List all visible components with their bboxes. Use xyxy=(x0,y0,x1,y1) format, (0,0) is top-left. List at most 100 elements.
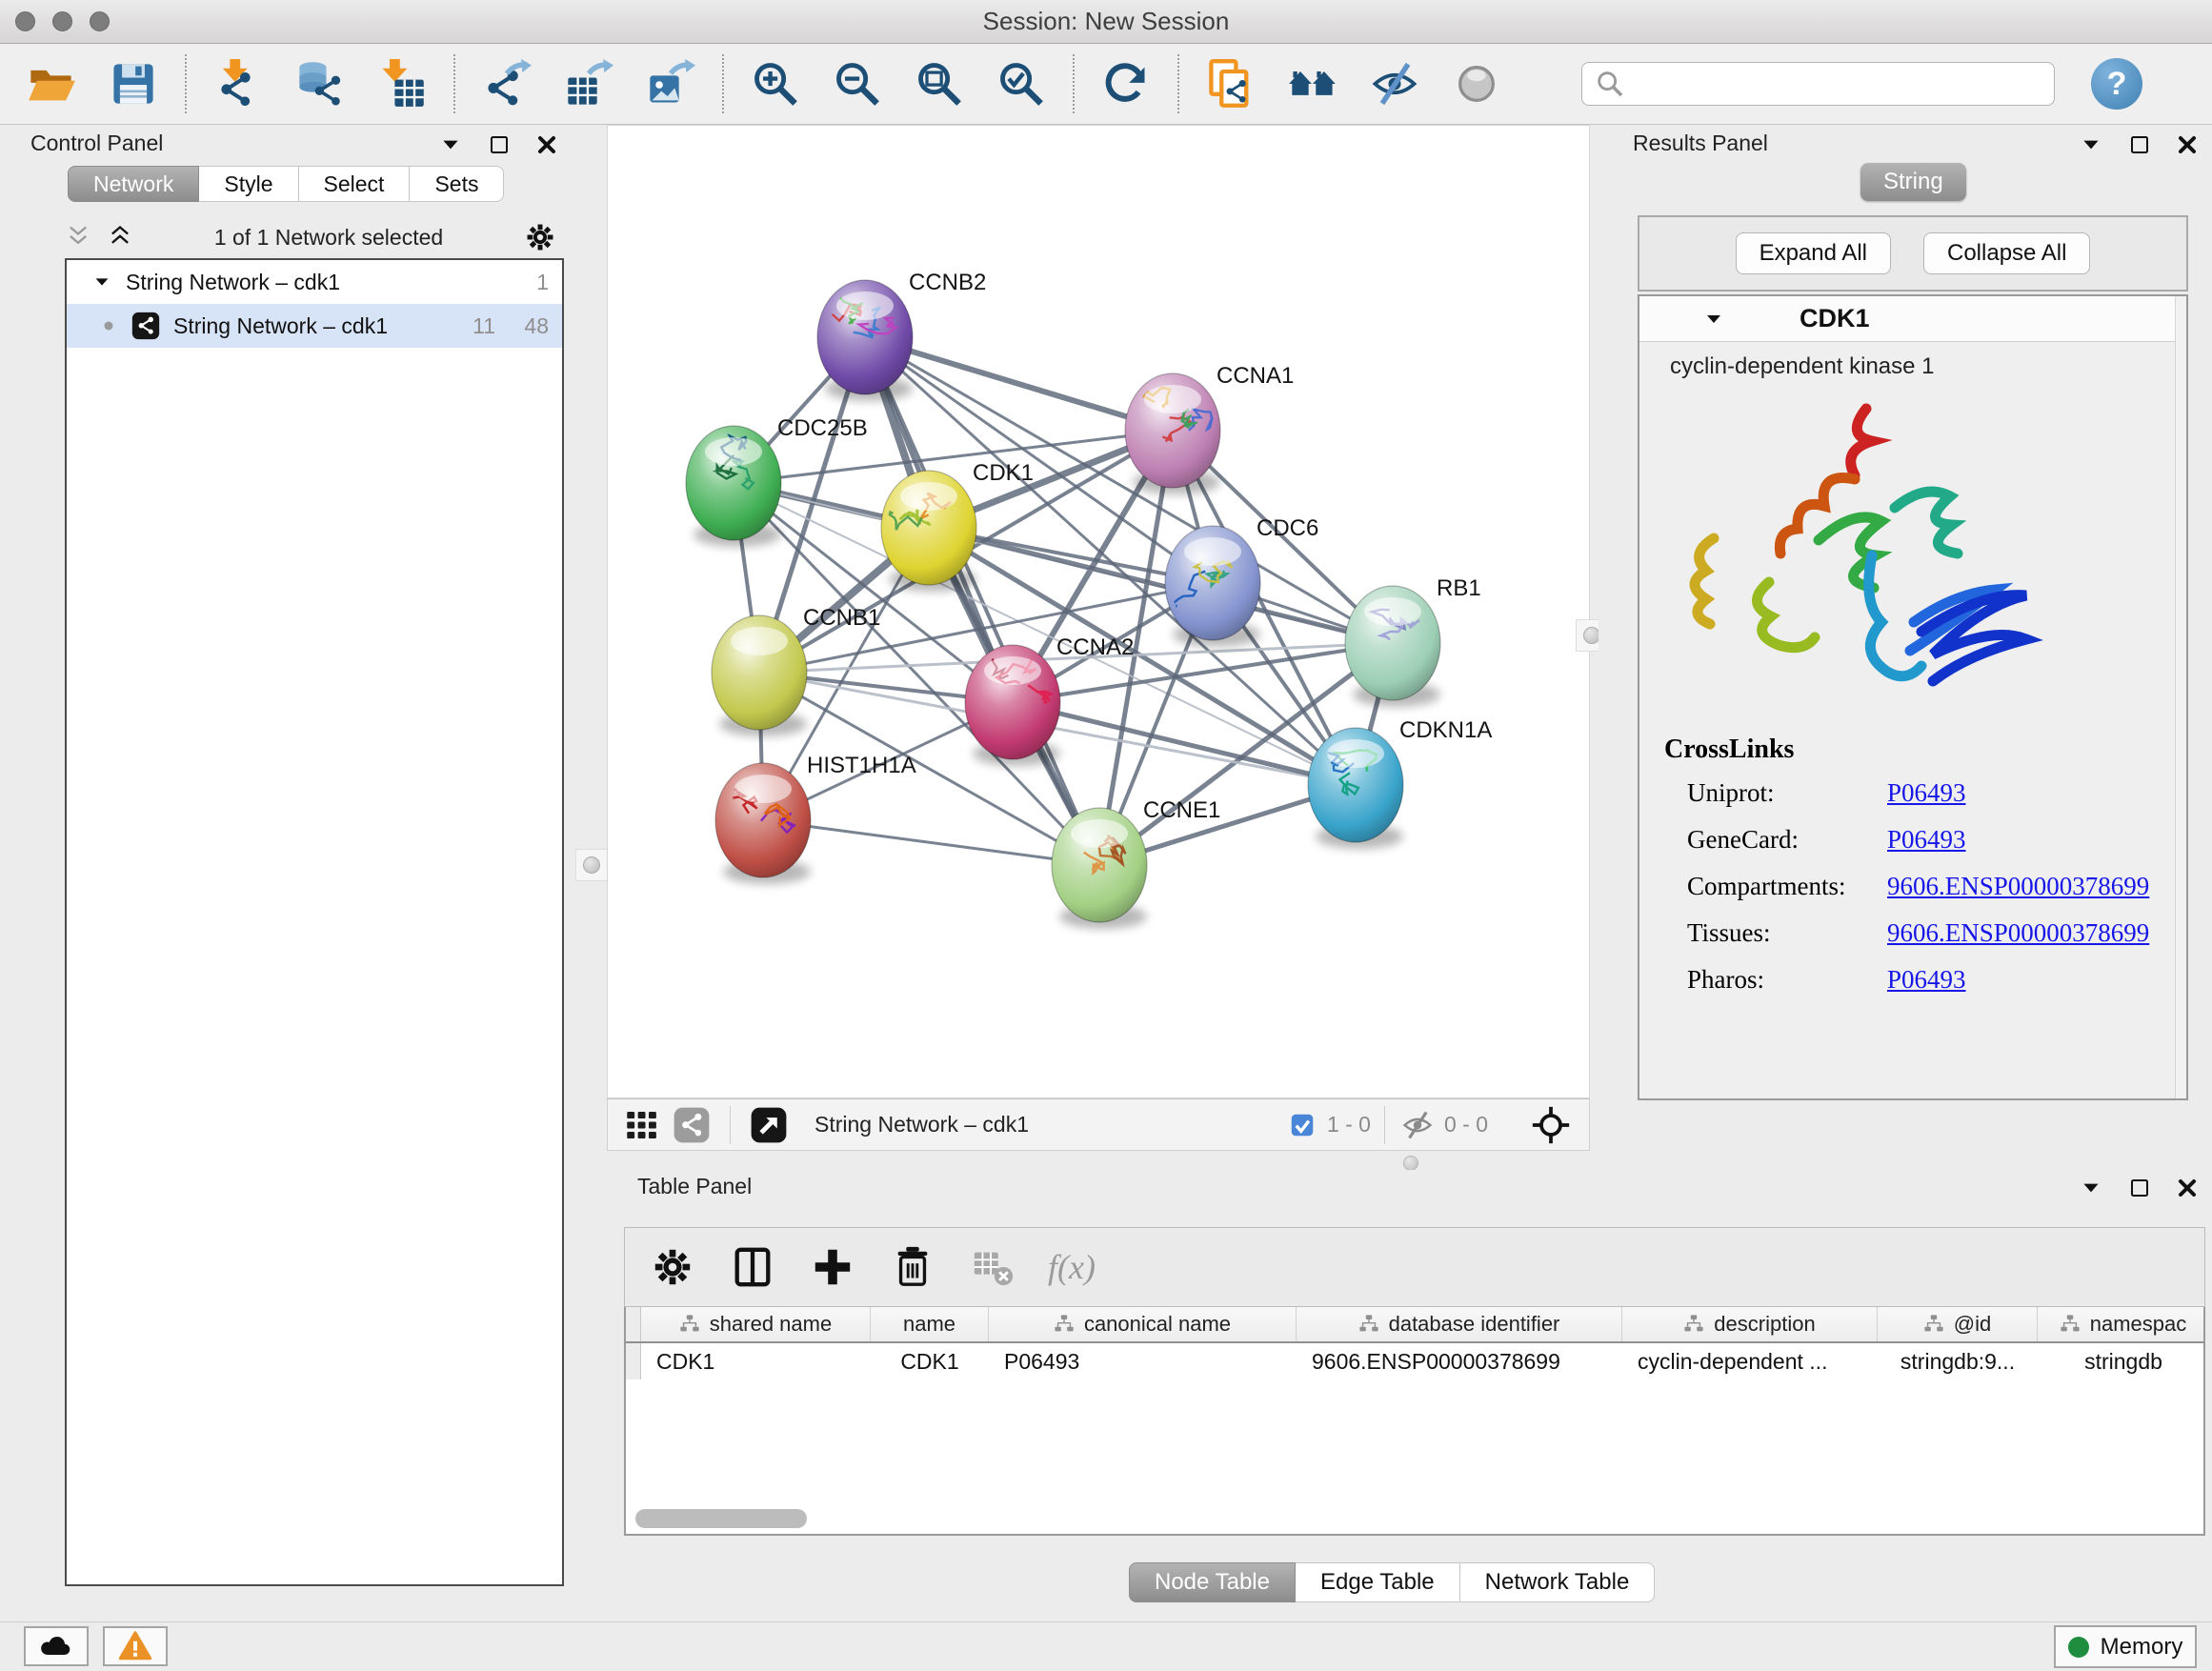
network-row[interactable]: String Network – cdk1 11 48 xyxy=(67,304,562,348)
search-box[interactable] xyxy=(1581,62,2055,106)
export-network-button[interactable] xyxy=(480,57,533,111)
selected-checkbox-icon[interactable] xyxy=(1285,1100,1319,1150)
node-CDKN1A[interactable]: CDKN1A xyxy=(1308,717,1492,849)
column-header-database-identifier[interactable]: database identifier xyxy=(1297,1307,1622,1341)
cell-@id[interactable]: stringdb:9... xyxy=(1878,1343,2038,1379)
node-table[interactable]: shared name name canonical name database… xyxy=(624,1307,2205,1536)
import-database-button[interactable] xyxy=(293,57,347,111)
collapse-all-icon[interactable] xyxy=(65,224,91,251)
help-button[interactable]: ? xyxy=(2091,58,2142,110)
minimize-window-button[interactable] xyxy=(52,11,72,31)
column-header-namespac[interactable]: namespac xyxy=(2038,1307,2205,1341)
export-table-button[interactable] xyxy=(562,57,615,111)
fx-function-button[interactable]: f(x) xyxy=(1048,1247,1096,1287)
node-CCNA1[interactable]: CCNA1 xyxy=(1125,363,1294,494)
expand-all-icon[interactable] xyxy=(107,224,133,251)
results-panel-close[interactable] xyxy=(2176,133,2199,156)
cell-description[interactable]: cyclin-dependent ... xyxy=(1622,1343,1878,1379)
share-network-icon[interactable] xyxy=(667,1100,716,1150)
tab-select[interactable]: Select xyxy=(299,166,411,202)
edge-CCNB2-CCNE1[interactable] xyxy=(865,337,1099,865)
tab-style[interactable]: Style xyxy=(199,166,298,202)
open-folder-button[interactable] xyxy=(25,57,78,111)
gene-section-header[interactable]: CDK1 xyxy=(1639,296,2186,342)
cell-name[interactable]: CDK1 xyxy=(871,1343,989,1379)
tab-string[interactable]: String xyxy=(1860,163,1966,201)
tab-edge-table[interactable]: Edge Table xyxy=(1296,1562,1460,1602)
node-CDC6[interactable]: CDC6 xyxy=(1165,515,1318,647)
zoom-selected-button[interactable] xyxy=(995,57,1048,111)
refresh-button[interactable] xyxy=(1099,57,1153,111)
maximize-window-button[interactable] xyxy=(90,11,110,31)
search-input[interactable] xyxy=(1626,71,2026,97)
expand-all-button[interactable]: Expand All xyxy=(1736,232,1891,274)
crosshair-icon[interactable] xyxy=(1526,1100,1576,1150)
birdseye-button[interactable] xyxy=(1450,57,1503,111)
table-horizontal-scrollbar[interactable] xyxy=(635,1509,807,1528)
cell-shared-name[interactable]: CDK1 xyxy=(641,1343,871,1379)
column-header-name[interactable]: name xyxy=(871,1307,989,1341)
hidden-eye-icon[interactable] xyxy=(1398,1100,1437,1150)
zoom-fit-button[interactable] xyxy=(913,57,966,111)
tab-network-table[interactable]: Network Table xyxy=(1460,1562,1656,1602)
network-canvas[interactable]: CCNB2 CCNA1 CDC25B CDK1 CDC6 xyxy=(607,125,1590,1098)
crosslink-link[interactable]: P06493 xyxy=(1887,825,1966,855)
tab-sets[interactable]: Sets xyxy=(410,166,504,202)
results-panel-float-window[interactable] xyxy=(2128,133,2151,156)
cell-canonical-name[interactable]: P06493 xyxy=(989,1343,1297,1379)
cloud-button[interactable] xyxy=(24,1626,89,1666)
control-panel-close[interactable] xyxy=(535,133,558,156)
node-CCNB2[interactable]: CCNB2 xyxy=(817,270,986,401)
node-RB1[interactable]: RB1 xyxy=(1345,575,1481,707)
column-header-@id[interactable]: @id xyxy=(1878,1307,2038,1341)
results-scrollbar[interactable] xyxy=(2175,296,2186,1098)
open-in-new-icon[interactable] xyxy=(744,1100,794,1150)
network-collection-row[interactable]: String Network – cdk1 1 xyxy=(67,260,562,304)
caret-down-icon[interactable] xyxy=(91,272,112,292)
crosslink-link[interactable]: 9606.ENSP00000378699 xyxy=(1887,872,2149,901)
crosslink-link[interactable]: 9606.ENSP00000378699 xyxy=(1887,918,2149,948)
node-HIST1H1A[interactable]: HIST1H1A xyxy=(715,753,916,884)
tab-network[interactable]: Network xyxy=(68,166,199,202)
control-panel-caret-down[interactable] xyxy=(438,132,463,157)
warnings-button[interactable] xyxy=(103,1626,168,1666)
columns-view-button[interactable] xyxy=(728,1242,777,1292)
results-panel-caret-down[interactable] xyxy=(2079,132,2103,157)
show-hide-button[interactable] xyxy=(1368,57,1421,111)
trash-button[interactable] xyxy=(888,1242,937,1292)
horizontal-splitter-handle[interactable] xyxy=(1403,1156,1418,1171)
table-panel-close[interactable] xyxy=(2176,1177,2199,1199)
left-splitter-handle[interactable] xyxy=(575,849,608,881)
column-header-canonical-name[interactable]: canonical name xyxy=(989,1307,1297,1341)
close-window-button[interactable] xyxy=(15,11,35,31)
tab-node-table[interactable]: Node Table xyxy=(1129,1562,1296,1602)
cell-namespac[interactable]: stringdb xyxy=(2038,1343,2205,1379)
save-button[interactable] xyxy=(107,57,160,111)
table-panel-caret-down[interactable] xyxy=(2079,1176,2103,1200)
gear-button[interactable] xyxy=(648,1242,697,1292)
node-CCNA2[interactable]: CCNA2 xyxy=(965,634,1134,766)
copy-style-button[interactable] xyxy=(1204,57,1257,111)
edge-HIST1H1A-CCNE1[interactable] xyxy=(763,820,1099,865)
zoom-in-button[interactable] xyxy=(749,57,802,111)
crosslink-link[interactable]: P06493 xyxy=(1887,965,1966,995)
grid-view-icon[interactable] xyxy=(617,1100,667,1150)
import-network-button[interactable] xyxy=(211,57,265,111)
table-panel-float-window[interactable] xyxy=(2128,1177,2151,1199)
cell-database-identifier[interactable]: 9606.ENSP00000378699 xyxy=(1297,1343,1622,1379)
table-remove-button[interactable] xyxy=(968,1242,1017,1292)
control-panel-float-window[interactable] xyxy=(488,133,511,156)
collapse-all-button[interactable]: Collapse All xyxy=(1923,232,2090,274)
crosslink-link[interactable]: P06493 xyxy=(1887,778,1966,808)
node-CCNB1[interactable]: CCNB1 xyxy=(712,605,880,736)
export-image-button[interactable] xyxy=(644,57,697,111)
table-row[interactable]: CDK1CDK1P064939606.ENSP00000378699cyclin… xyxy=(626,1343,2203,1379)
caret-down-icon[interactable] xyxy=(1702,308,1725,331)
first-neighbors-button[interactable] xyxy=(1286,57,1339,111)
import-table-button[interactable] xyxy=(375,57,429,111)
plus-button[interactable] xyxy=(808,1242,857,1292)
column-header-shared-name[interactable]: shared name xyxy=(641,1307,871,1341)
gear-icon[interactable] xyxy=(524,221,556,253)
zoom-out-button[interactable] xyxy=(831,57,884,111)
memory-button[interactable]: Memory xyxy=(2054,1625,2197,1668)
